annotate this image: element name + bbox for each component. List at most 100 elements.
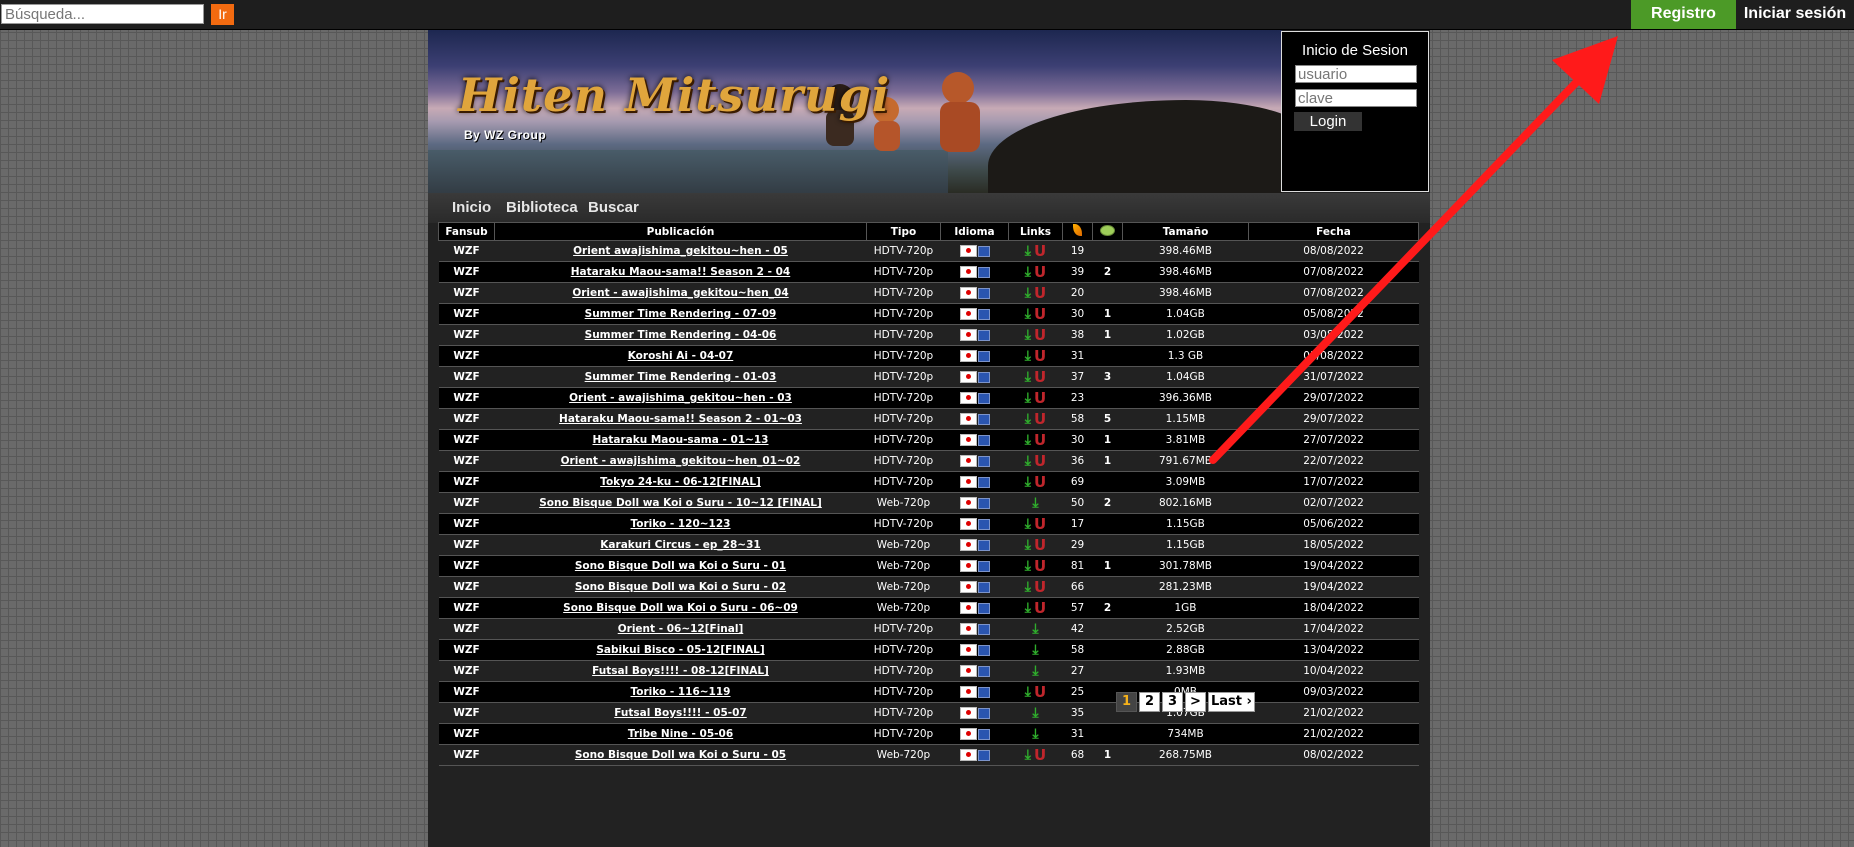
release-link[interactable]: Hataraku Maou-sama!! Season 2 - 04 xyxy=(494,261,867,283)
download-icon[interactable]: ⤓ xyxy=(1032,706,1038,720)
release-link[interactable]: Sono Bisque Doll wa Koi o Suru - 10~12 [… xyxy=(494,492,867,514)
download-icon[interactable]: ⤓ xyxy=(1025,433,1031,447)
release-link[interactable]: Koroshi Ai - 04-07 xyxy=(494,345,867,367)
download-icon[interactable]: ⤓ xyxy=(1025,391,1031,405)
download-icon[interactable]: ⤓ xyxy=(1025,517,1031,531)
download-icon[interactable]: ⤓ xyxy=(1025,412,1031,426)
download-icon[interactable]: ⤓ xyxy=(1032,664,1038,678)
release-link[interactable]: Futsal Boys!!!! - 08-12[FINAL] xyxy=(494,660,867,682)
cell-links: ⤓ U xyxy=(1008,324,1063,346)
page-button[interactable]: Last › xyxy=(1208,692,1255,712)
cell-fansub: WZF xyxy=(438,471,495,493)
magnet-icon[interactable]: U xyxy=(1034,517,1046,532)
magnet-icon[interactable]: U xyxy=(1034,307,1046,322)
magnet-icon[interactable]: U xyxy=(1034,412,1046,427)
cell-idioma xyxy=(940,345,1009,367)
download-icon[interactable]: ⤓ xyxy=(1025,559,1031,573)
cell-size: 398.46MB xyxy=(1122,261,1249,283)
magnet-icon[interactable]: U xyxy=(1034,475,1046,490)
magnet-icon[interactable]: U xyxy=(1034,580,1046,595)
download-icon[interactable]: ⤓ xyxy=(1032,643,1038,657)
table-row: WZF Sono Bisque Doll wa Koi o Suru - 10~1… xyxy=(438,492,1419,514)
magnet-icon[interactable]: U xyxy=(1034,370,1046,385)
release-link[interactable]: Summer Time Rendering - 04-06 xyxy=(494,324,867,346)
download-icon[interactable]: ⤓ xyxy=(1025,286,1031,300)
download-icon[interactable]: ⤓ xyxy=(1025,265,1031,279)
download-icon[interactable]: ⤓ xyxy=(1025,454,1031,468)
magnet-icon[interactable]: U xyxy=(1034,538,1046,553)
release-link[interactable]: Hataraku Maou-sama - 01~13 xyxy=(494,429,867,451)
download-icon[interactable]: ⤓ xyxy=(1025,685,1031,699)
magnet-icon[interactable]: U xyxy=(1034,391,1046,406)
magnet-icon[interactable]: U xyxy=(1034,265,1046,280)
site-logo[interactable]: Hiten Mitsurugi xyxy=(458,68,890,122)
download-icon[interactable]: ⤓ xyxy=(1032,727,1038,741)
magnet-icon[interactable]: U xyxy=(1034,748,1046,763)
release-link[interactable]: Summer Time Rendering - 01-03 xyxy=(494,366,867,388)
release-link[interactable]: Orient awajishima_gekitou~hen - 05 xyxy=(494,240,867,262)
cell-seeds: 20 xyxy=(1062,282,1093,304)
password-field[interactable] xyxy=(1295,89,1417,107)
nav-buscar[interactable]: Buscar xyxy=(588,199,639,216)
download-icon[interactable]: ⤓ xyxy=(1025,307,1031,321)
release-link[interactable]: Sono Bisque Doll wa Koi o Suru - 06~09 xyxy=(494,597,867,619)
release-link[interactable]: Orient - awajishima_gekitou~hen_04 xyxy=(494,282,867,304)
search-input[interactable] xyxy=(1,4,204,24)
cell-size: 301.78MB xyxy=(1122,555,1249,577)
magnet-icon[interactable]: U xyxy=(1034,685,1046,700)
iniciar-sesion-link[interactable]: Iniciar sesión xyxy=(1736,0,1854,29)
release-link[interactable]: Karakuri Circus - ep_28~31 xyxy=(494,534,867,556)
page-button[interactable]: 1 xyxy=(1116,692,1137,712)
japan-flag-icon xyxy=(959,392,977,404)
magnet-icon[interactable]: U xyxy=(1034,454,1046,469)
download-icon[interactable]: ⤓ xyxy=(1032,496,1038,510)
nav-biblioteca[interactable]: Biblioteca xyxy=(506,199,578,216)
release-link[interactable]: Futsal Boys!!!! - 05-07 xyxy=(494,702,867,724)
release-link[interactable]: Toriko - 120~123 xyxy=(494,513,867,535)
release-link[interactable]: Summer Time Rendering - 07-09 xyxy=(494,303,867,325)
magnet-icon[interactable]: U xyxy=(1034,328,1046,343)
cell-size: 1.93MB xyxy=(1122,660,1249,682)
download-icon[interactable]: ⤓ xyxy=(1025,748,1031,762)
download-icon[interactable]: ⤓ xyxy=(1025,538,1031,552)
search-go-button[interactable]: Ir xyxy=(211,4,234,25)
release-link[interactable]: Orient - 06~12[Final] xyxy=(494,618,867,640)
download-icon[interactable]: ⤓ xyxy=(1025,244,1031,258)
magnet-icon[interactable]: U xyxy=(1034,286,1046,301)
release-link[interactable]: Hataraku Maou-sama!! Season 2 - 01~03 xyxy=(494,408,867,430)
release-link[interactable]: Sono Bisque Doll wa Koi o Suru - 02 xyxy=(494,576,867,598)
registro-button[interactable]: Registro xyxy=(1631,0,1736,29)
table-row: WZF Orient - awajishima_gekitou~hen_04 HDT… xyxy=(438,282,1419,304)
magnet-icon[interactable]: U xyxy=(1034,244,1046,259)
download-icon[interactable]: ⤓ xyxy=(1025,349,1031,363)
release-link[interactable]: Sabikui Bisco - 05-12[FINAL] xyxy=(494,639,867,661)
download-icon[interactable]: ⤓ xyxy=(1025,370,1031,384)
cell-fansub: WZF xyxy=(438,702,495,724)
download-icon[interactable]: ⤓ xyxy=(1025,475,1031,489)
release-link[interactable]: Orient - awajishima_gekitou~hen_01~02 xyxy=(494,450,867,472)
login-button[interactable]: Login xyxy=(1294,112,1362,131)
username-field[interactable] xyxy=(1295,65,1417,83)
release-link[interactable]: Sono Bisque Doll wa Koi o Suru - 01 xyxy=(494,555,867,577)
release-link[interactable]: Tribe Nine - 05-06 xyxy=(494,723,867,745)
download-icon[interactable]: ⤓ xyxy=(1025,601,1031,615)
page-button[interactable]: > xyxy=(1185,692,1206,712)
main-container: Hiten Mitsurugi By WZ Group Inicio de Se… xyxy=(428,30,1430,847)
release-link[interactable]: Sono Bisque Doll wa Koi o Suru - 05 xyxy=(494,744,867,766)
page-button[interactable]: 3 xyxy=(1162,692,1183,712)
cell-comments: 1 xyxy=(1092,555,1123,577)
download-icon[interactable]: ⤓ xyxy=(1032,622,1038,636)
download-icon[interactable]: ⤓ xyxy=(1025,580,1031,594)
magnet-icon[interactable]: U xyxy=(1034,349,1046,364)
cell-seeds: 36 xyxy=(1062,450,1093,472)
page-button[interactable]: 2 xyxy=(1139,692,1160,712)
release-link[interactable]: Orient - awajishima_gekitou~hen - 03 xyxy=(494,387,867,409)
download-icon[interactable]: ⤓ xyxy=(1025,328,1031,342)
magnet-icon[interactable]: U xyxy=(1034,559,1046,574)
release-link[interactable]: Toriko - 116~119 xyxy=(494,681,867,703)
magnet-icon[interactable]: U xyxy=(1034,601,1046,616)
cell-date: 17/07/2022 xyxy=(1248,471,1419,493)
magnet-icon[interactable]: U xyxy=(1034,433,1046,448)
release-link[interactable]: Tokyo 24-ku - 06-12[FINAL] xyxy=(494,471,867,493)
nav-inicio[interactable]: Inicio xyxy=(452,199,491,216)
